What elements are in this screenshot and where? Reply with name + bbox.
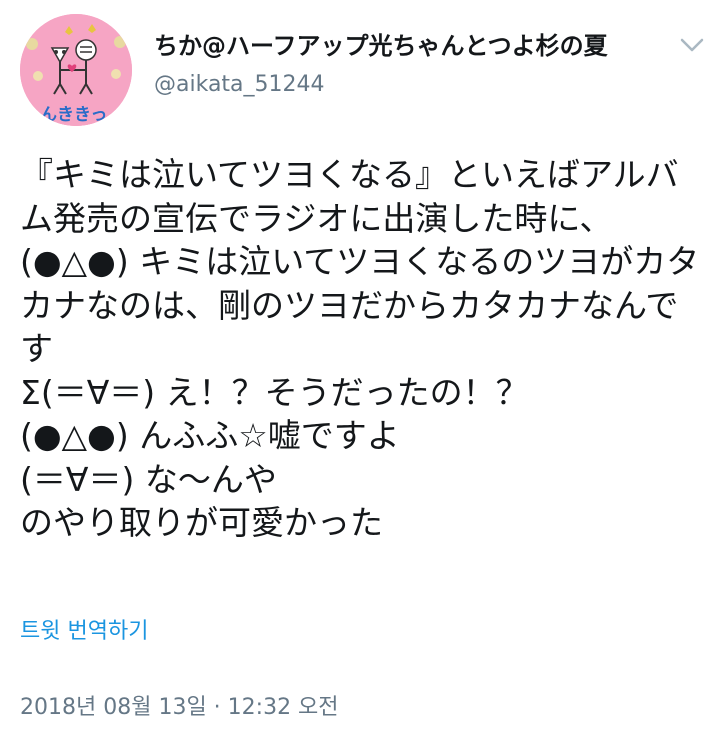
display-name[interactable]: ちか@ハーフアップ光ちゃんとつよ杉の夏 bbox=[154, 30, 608, 62]
avatar-illustration: んききっ bbox=[20, 14, 132, 126]
tweet-text: 『キミは泣いてツヨくなる』といえばアルバム発売の宣伝でラジオに出演した時に、 (… bbox=[20, 155, 700, 542]
user-handle[interactable]: @aikata_51244 bbox=[154, 70, 608, 100]
tweet-timestamp[interactable]: 2018년 08월 13일 · 12:32 오전 bbox=[20, 692, 339, 724]
avatar[interactable]: んききっ bbox=[20, 14, 132, 126]
chevron-down-icon[interactable] bbox=[678, 34, 706, 56]
avatar-caption: んききっ bbox=[40, 105, 107, 125]
tweet-detail: んききっ ちか@ハーフアップ光ちゃんとつよ杉の夏 @aikata_51244 『… bbox=[0, 0, 720, 732]
translate-tweet-link[interactable]: 트윗 번역하기 bbox=[20, 616, 148, 648]
user-info: ちか@ハーフアップ光ちゃんとつよ杉の夏 @aikata_51244 bbox=[154, 30, 608, 100]
